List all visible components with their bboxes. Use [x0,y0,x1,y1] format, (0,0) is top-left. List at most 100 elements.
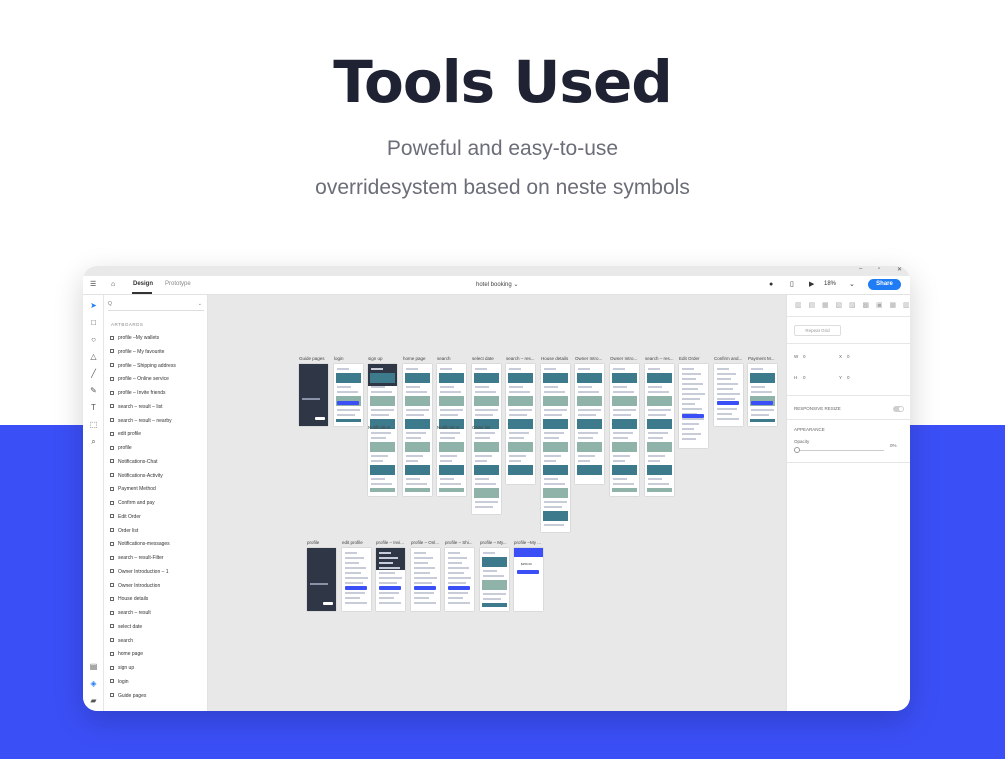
artboard-label[interactable]: profile –My ... [514,540,541,545]
artboard-label[interactable]: Order list [472,425,490,430]
opacity-value[interactable]: 0% [890,443,897,448]
artboard-label[interactable]: select date [472,356,494,361]
artboard-list-item[interactable]: select date [110,624,142,630]
pen-icon[interactable]: ✎ [89,386,98,395]
close-icon[interactable]: ✕ [897,266,902,273]
artboard-list-item[interactable]: search – result – list [110,404,162,410]
align-icon[interactable]: ▦ [822,302,829,309]
artboard-label[interactable]: Owner Intro... [610,356,637,361]
artboard-list-item[interactable]: Notifications-Activity [110,473,163,479]
artboard-label[interactable]: sign up [368,356,383,361]
artboard-list-item[interactable]: profile – Shipping address [110,363,176,369]
artboard-list-item[interactable]: Owner Introduction [110,583,160,589]
layers-icon[interactable]: ◈ [89,679,98,688]
height-field[interactable]: 0 [803,375,806,380]
artboard-list-item[interactable]: search – result-Filter [110,555,164,561]
artboard-thumbnail[interactable] [541,364,570,532]
select-arrow-icon[interactable]: ➤ [89,301,98,310]
artboard-label[interactable]: edit profile [342,540,363,545]
artboard-thumbnail[interactable] [411,548,440,611]
artboard-thumbnail[interactable] [299,364,328,426]
artboard-label[interactable]: login [334,356,344,361]
artboard-list-item[interactable]: profile – Invite friends [110,390,166,396]
document-title[interactable]: hotel booking ⌄ [476,281,518,288]
artboard-thumbnail[interactable] [748,364,777,426]
artboard-label[interactable]: profile [307,540,319,545]
triangle-icon[interactable]: △ [89,352,98,361]
align-icon[interactable]: ▦ [890,302,897,309]
y-field[interactable]: 0 [847,375,850,380]
artboard-list-item[interactable]: Owner Introduction – 1 [110,569,169,575]
artboard-list-item[interactable]: search [110,638,133,644]
width-field[interactable]: 0 [803,354,806,359]
artboard-icon[interactable]: ⬚ [89,420,98,429]
chevron-down-icon[interactable]: ⌄ [849,281,855,288]
share-button[interactable]: Share [868,279,901,290]
text-icon[interactable]: T [89,403,98,412]
artboard-thumbnail[interactable] [445,548,474,611]
align-icon[interactable]: ▥ [903,302,910,309]
artboard-list-item[interactable]: sign up [110,665,134,671]
artboard-thumbnail[interactable] [575,364,604,484]
artboard-thumbnail[interactable] [472,364,501,514]
artboard-thumbnail[interactable] [403,364,432,496]
hamburger-menu-icon[interactable]: ☰ [90,281,96,288]
align-icon[interactable]: ▩ [863,302,870,309]
responsive-resize-toggle[interactable] [893,406,904,412]
artboard-list-item[interactable]: Confirm and pay [110,500,155,506]
plugins-icon[interactable]: ▰ [89,696,98,705]
artboard-label[interactable]: profile – Onl... [411,540,439,545]
artboard-label[interactable]: profile – Shi... [445,540,473,545]
artboard-list-item[interactable]: profile – Online service [110,376,169,382]
artboard-list-item[interactable]: login [110,679,129,685]
home-icon[interactable]: ⌂ [111,281,115,288]
design-canvas[interactable]: Guide pages login sign up home page search se… [208,295,786,711]
artboard-list-item[interactable]: profile [110,445,132,451]
artboard-label[interactable]: Guide pages [299,356,325,361]
zoom-level[interactable]: 18% [824,281,836,287]
artboard-list-item[interactable]: Order list [110,528,138,534]
artboard-list-item[interactable]: Payment Method [110,486,156,492]
artboard-list-item[interactable]: search – result – nearby [110,418,172,424]
opacity-slider-handle[interactable] [794,447,800,453]
artboard-thumbnail[interactable] [714,364,743,426]
assets-icon[interactable]: ▤ [89,662,98,671]
artboard-label[interactable]: House details [541,356,568,361]
artboard-label[interactable]: Notification... [437,425,463,430]
artboard-list-item[interactable]: Notifications-messages [110,541,170,547]
artboard-list-item[interactable]: Guide pages [110,693,146,699]
opacity-slider-track[interactable] [794,450,884,451]
minimize-icon[interactable]: – [859,266,862,272]
artboard-thumbnail[interactable] [342,548,371,611]
tab-prototype[interactable]: Prototype [165,281,191,287]
artboard-label[interactable]: home page [403,356,426,361]
artboard-label[interactable]: Notification... [368,425,394,430]
artboard-label[interactable]: search [437,356,451,361]
artboard-list-item[interactable]: profile –My wallets [110,335,159,341]
artboard-label[interactable]: search – res... [506,356,535,361]
repeat-grid-button[interactable]: Repeat Grid [794,325,841,336]
artboard-thumbnail[interactable] [480,548,509,611]
tab-design[interactable]: Design [133,281,153,287]
x-field[interactable]: 0 [847,354,850,359]
rectangle-icon[interactable]: □ [89,318,98,327]
user-avatar-icon[interactable]: ● [769,281,773,288]
artboard-list-item[interactable]: Edit Order [110,514,141,520]
artboard-label[interactable]: Edit Order [679,356,700,361]
artboard-label[interactable]: search – res... [645,356,674,361]
artboard-thumbnail[interactable]: $250.00 [514,548,543,611]
play-icon[interactable]: ▶ [809,281,814,288]
artboard-thumbnail[interactable] [307,548,336,611]
artboard-list-item[interactable]: Notifications-Chat [110,459,157,465]
chevron-down-icon[interactable]: ⌄ [198,301,202,307]
ellipse-icon[interactable]: ○ [89,335,98,344]
align-icon[interactable]: ▥ [795,302,802,309]
artboard-list-item[interactable]: House details [110,596,148,602]
artboard-list-item[interactable]: home page [110,651,143,657]
artboard-thumbnail[interactable] [368,364,397,496]
align-icon[interactable]: ▤ [809,302,816,309]
align-icon[interactable]: ▧ [836,302,843,309]
artboard-label[interactable]: profile – Invi... [376,540,404,545]
artboard-thumbnail[interactable] [376,548,405,611]
mobile-preview-icon[interactable]: ▯ [790,281,794,288]
